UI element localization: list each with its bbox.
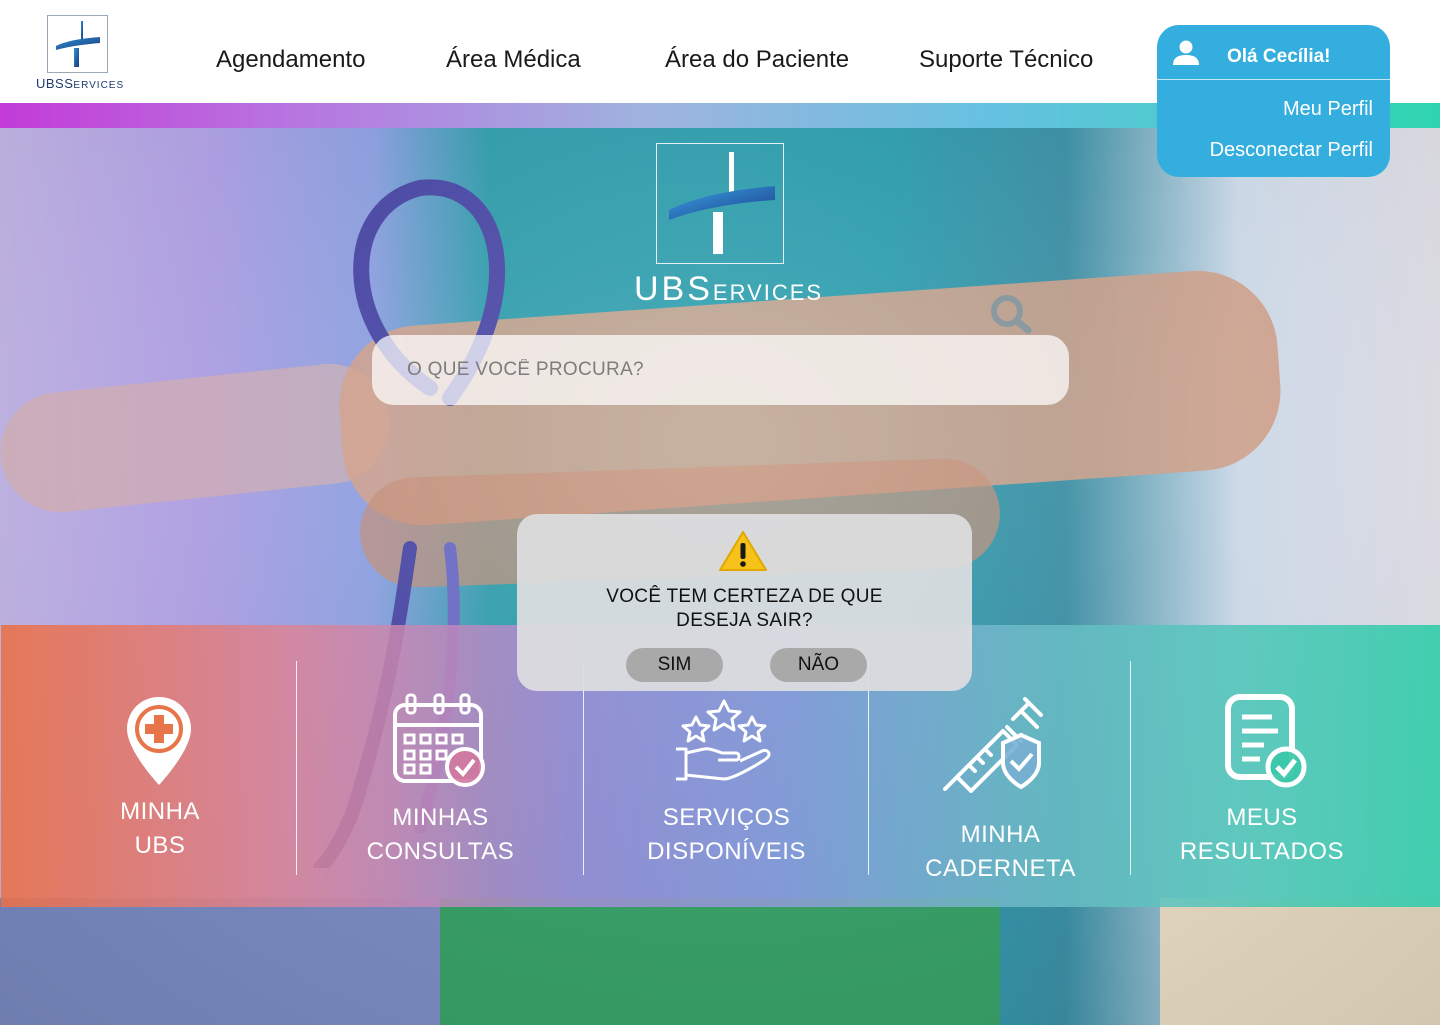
nav-agendamento[interactable]: Agendamento [216, 46, 365, 78]
card-label-line1: MEUS [1226, 804, 1298, 831]
user-dropdown-menu: Olá Cecília! Meu Perfil Desconectar Perf… [1157, 25, 1390, 177]
dialog-message-line2: DESEJA SAIR? [676, 610, 813, 631]
logout-confirm-dialog: VOCÊ TEM CERTEZA DE QUE DESEJA SAIR? SIM… [517, 514, 972, 691]
card-label-line1: MINHA [120, 798, 200, 825]
card-label-line2: DISPONÍVEIS [647, 838, 806, 865]
syringe-shield-icon [943, 697, 1043, 793]
dialog-message: VOCÊ TEM CERTEZA DE QUE DESEJA SAIR? [517, 585, 972, 633]
hero-logo-cross-icon [656, 143, 784, 264]
calendar-check-icon [393, 693, 485, 787]
map-pin-plus-icon [127, 697, 191, 785]
menu-item-desconectar-perfil[interactable]: Desconectar Perfil [1210, 139, 1373, 162]
card-label-line1: MINHA [960, 821, 1041, 848]
dialog-message-line1: VOCÊ TEM CERTEZA DE QUE [606, 586, 883, 607]
warning-icon [719, 531, 767, 571]
nav-suporte-tecnico[interactable]: Suporte Técnico [919, 46, 1093, 78]
card-label-line2: CADERNETA [925, 855, 1076, 882]
user-menu-header[interactable]: Olá Cecília! [1157, 25, 1390, 80]
card-minha-ubs[interactable]: MINHA UBS [1, 625, 319, 907]
confirm-yes-button[interactable]: SIM [626, 648, 723, 682]
card-label-line1: SERVIÇOS [662, 804, 791, 831]
card-label-line2: RESULTADOS [1179, 838, 1345, 865]
card-label-line2: CONSULTAS [366, 838, 515, 865]
header-logo[interactable]: UBSSERVICES [36, 14, 125, 94]
search-input[interactable] [372, 335, 1069, 405]
user-icon [1171, 38, 1201, 68]
document-check-icon [1225, 694, 1307, 788]
hero-logo: UBSERVICES [634, 143, 824, 313]
hand-stars-icon [676, 699, 771, 781]
menu-item-meu-perfil[interactable]: Meu Perfil [1283, 98, 1373, 121]
card-label-line1: MINHAS [392, 804, 489, 831]
logo-cross-icon [47, 15, 108, 73]
nav-area-medica[interactable]: Área Médica [446, 46, 581, 78]
hero-logo-wordmark: UBSERVICES [634, 270, 824, 308]
card-label-line2: UBS [134, 832, 186, 859]
logo-wordmark: UBSSERVICES [36, 76, 125, 91]
user-greeting: Olá Cecília! [1227, 46, 1331, 67]
confirm-no-button[interactable]: NÃO [770, 648, 867, 682]
card-meus-resultados[interactable]: MEUS RESULTADOS [1132, 625, 1392, 907]
search-icon[interactable] [988, 293, 1034, 335]
nav-area-do-paciente[interactable]: Área do Paciente [665, 46, 849, 78]
